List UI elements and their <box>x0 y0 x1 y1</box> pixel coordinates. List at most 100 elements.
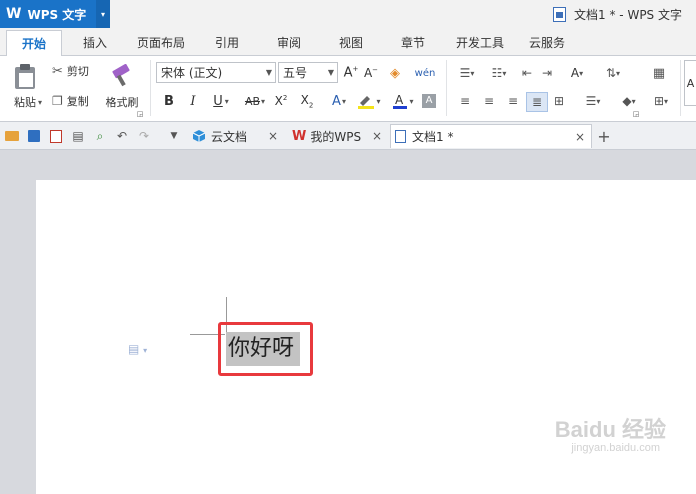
paragraph-layout-icon[interactable]: ▤ ▾ <box>128 342 147 356</box>
cut-label: 剪切 <box>66 65 89 78</box>
shading-icon[interactable]: ◆ ▾ <box>614 92 644 110</box>
chevron-down-icon: ▼ <box>327 68 334 77</box>
table-icon[interactable]: ▦ <box>650 64 668 82</box>
tab-page-layout[interactable]: 页面布局 <box>128 30 194 56</box>
open-folder-icon[interactable] <box>4 128 20 144</box>
align-center-icon[interactable]: ≡ <box>480 92 498 110</box>
customize-toolbar-icon[interactable]: ▼ <box>166 128 182 144</box>
window-title: 文档1 * - WPS 文字 <box>553 6 682 23</box>
line-spacing-icon[interactable]: ☰ ▾ <box>578 92 608 110</box>
doc-tab-label: 文档1 * <box>412 130 454 144</box>
save-icon[interactable] <box>26 128 42 144</box>
tab-view[interactable]: 视图 <box>324 30 378 56</box>
doc-tab-label: 我的WPS <box>310 129 362 144</box>
copy-label: 复制 <box>66 95 89 108</box>
ribbon-toolbar: 粘贴 ▾ ✂ 剪切 ❐ 复制 格式刷 ◲ 宋体 (正文) ▼ 五号 ▼ A+ A−… <box>0 56 696 122</box>
font-color-icon[interactable]: A ▾ <box>388 92 418 110</box>
font-name-select[interactable]: 宋体 (正文) ▼ <box>156 62 276 83</box>
bullet-list-icon[interactable]: ☰ ▾ <box>452 64 482 82</box>
format-painter-icon[interactable] <box>106 62 136 90</box>
shrink-font-icon[interactable]: A− <box>362 64 380 82</box>
app-menu-button[interactable]: W WPS 文字 ▾ <box>0 0 110 28</box>
doc-tab-label: 云文档 <box>211 129 248 144</box>
format-painter-button[interactable]: 格式刷 <box>102 94 142 110</box>
dialog-launcher-icon[interactable]: ◲ <box>632 110 640 118</box>
distributed-align-icon[interactable]: ⊞ <box>550 92 568 110</box>
ribbon-divider <box>150 60 151 116</box>
phonetic-guide-icon[interactable]: wén <box>410 62 440 84</box>
numbered-list-icon[interactable]: ☷ ▾ <box>484 64 514 82</box>
superscript-icon[interactable]: X2 <box>272 92 290 110</box>
print-preview-icon[interactable]: ⌕ <box>92 128 108 144</box>
annotation-highlight-box <box>218 322 313 376</box>
document-canvas[interactable]: ▤ ▾ 你好呀 Baidu 经验 jingyan.baidu.com <box>0 150 696 494</box>
paste-icon[interactable] <box>8 62 42 92</box>
wps-w-icon: W <box>292 128 307 144</box>
decrease-indent-icon[interactable]: ⇤ <box>518 64 536 82</box>
copy-button[interactable]: ❐ 复制 <box>52 92 100 110</box>
doc-tab-cloud[interactable]: 云文档 × <box>188 124 284 148</box>
sort-icon[interactable]: ⇅ ▾ <box>598 64 628 82</box>
highlight-color-icon[interactable]: ▾ <box>354 92 384 110</box>
redo-icon[interactable]: ↷ <box>136 128 152 144</box>
close-icon[interactable]: × <box>268 129 278 143</box>
strikethrough-icon[interactable]: AB ▾ <box>240 92 270 110</box>
undo-icon[interactable]: ↶ <box>114 128 130 144</box>
ribbon-divider <box>446 60 447 116</box>
close-icon[interactable]: × <box>575 130 585 144</box>
paste-label: 粘贴 <box>13 96 36 109</box>
justify-icon[interactable]: ≣ <box>526 92 548 112</box>
chevron-down-icon: ▼ <box>265 68 272 77</box>
document-icon <box>553 7 567 22</box>
italic-icon[interactable]: I <box>184 92 202 110</box>
ribbon-tabs: 开始 插入 页面布局 引用 审阅 视图 章节 开发工具 云服务 <box>0 30 696 57</box>
format-painter-label: 格式刷 <box>105 96 139 109</box>
bold-icon[interactable]: B <box>160 92 178 110</box>
subscript-icon[interactable]: X2 <box>298 92 316 110</box>
wps-logo-icon: W <box>6 6 22 22</box>
dialog-launcher-icon[interactable]: ◲ <box>136 110 144 118</box>
svg-text:A: A <box>395 93 404 107</box>
close-icon[interactable]: × <box>372 129 382 143</box>
tab-chapter[interactable]: 章节 <box>386 30 440 56</box>
tab-review[interactable]: 审阅 <box>262 30 316 56</box>
paste-button[interactable]: 粘贴 ▾ <box>6 94 50 110</box>
clear-format-icon[interactable]: ◈ <box>386 64 404 82</box>
tab-insert[interactable]: 插入 <box>68 30 122 56</box>
app-name: WPS 文字 <box>27 7 87 22</box>
tab-developer[interactable]: 开发工具 <box>448 30 512 56</box>
character-shading-icon[interactable]: A <box>420 92 438 110</box>
doc-tab-document-1[interactable]: 文档1 * × <box>390 124 592 148</box>
chevron-down-icon[interactable]: ▾ <box>96 0 110 28</box>
cut-button[interactable]: ✂ 剪切 <box>52 62 100 80</box>
increase-indent-icon[interactable]: ⇥ <box>538 64 556 82</box>
tab-cloud[interactable]: 云服务 <box>518 30 576 56</box>
print-icon[interactable]: ▤ <box>70 128 86 144</box>
change-case-icon[interactable]: A ▾ <box>562 64 592 82</box>
document-icon <box>395 130 406 143</box>
font-size-select[interactable]: 五号 ▼ <box>278 62 338 83</box>
font-size-value: 五号 <box>283 66 308 80</box>
quick-access-toolbar: ▤ ⌕ ↶ ↷ ▼ 云文档 × W 我的WPS × 文档1 * × + <box>0 122 696 150</box>
new-tab-icon[interactable]: + <box>596 127 612 146</box>
scissors-icon: ✂ <box>52 63 63 79</box>
title-bar: W WPS 文字 ▾ 文档1 * - WPS 文字 <box>0 0 696 30</box>
cube-icon <box>192 129 206 143</box>
ribbon-divider <box>680 60 681 116</box>
grow-font-icon[interactable]: A+ <box>342 64 360 82</box>
window-title-text: 文档1 * - WPS 文字 <box>574 8 682 22</box>
doc-tab-my-wps[interactable]: W 我的WPS × <box>288 124 388 148</box>
tab-references[interactable]: 引用 <box>200 30 254 56</box>
underline-icon[interactable]: U ▾ <box>206 92 236 110</box>
baidu-watermark-url: jingyan.baidu.com <box>571 442 660 454</box>
styles-gallery[interactable]: A <box>684 60 696 106</box>
text-effect-icon[interactable]: A ▾ <box>326 92 352 110</box>
export-pdf-icon[interactable] <box>48 128 64 144</box>
align-left-icon[interactable]: ≡ <box>456 92 474 110</box>
copy-icon: ❐ <box>52 94 63 108</box>
align-right-icon[interactable]: ≡ <box>504 92 522 110</box>
borders-icon[interactable]: ⊞ ▾ <box>646 92 676 110</box>
baidu-watermark: Baidu 经验 <box>554 417 666 442</box>
font-name-value: 宋体 (正文) <box>161 66 223 80</box>
tab-start[interactable]: 开始 <box>6 30 62 57</box>
